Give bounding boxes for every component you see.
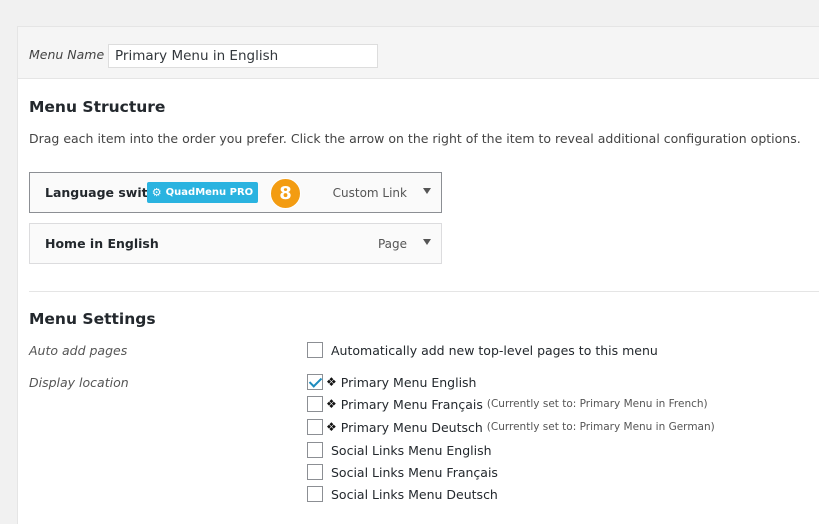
- quadmenu-pro-badge[interactable]: ⚙ QuadMenu PRO: [147, 182, 258, 203]
- caret-down-icon[interactable]: [423, 188, 431, 194]
- location-checkbox[interactable]: [307, 396, 323, 412]
- location-social-links-francais[interactable]: Social Links Menu Français: [307, 464, 498, 480]
- auto-add-pages-label: Auto add pages: [29, 343, 128, 358]
- multilingual-icon: ❖: [326, 397, 337, 411]
- menu-structure-title: Menu Structure: [29, 98, 166, 116]
- multilingual-icon: ❖: [326, 375, 337, 389]
- location-primary-menu-english[interactable]: ❖ Primary Menu English: [307, 374, 476, 390]
- menu-item-title: Home in English: [45, 236, 159, 251]
- menu-item-type: Page: [377, 237, 407, 251]
- section-divider: [29, 291, 819, 292]
- location-checkbox[interactable]: [307, 486, 323, 502]
- quadmenu-badge-label: QuadMenu PRO: [165, 187, 254, 198]
- location-checkbox[interactable]: [307, 374, 323, 390]
- location-social-links-english[interactable]: Social Links Menu English: [307, 442, 492, 458]
- auto-add-option-label: Automatically add new top-level pages to…: [331, 342, 658, 358]
- menu-name-label: Menu Name: [29, 47, 105, 62]
- auto-add-checkbox[interactable]: [307, 342, 323, 358]
- gear-icon: ⚙: [151, 186, 162, 199]
- menu-structure-description: Drag each item into the order you prefer…: [29, 131, 801, 146]
- menu-settings-title: Menu Settings: [29, 310, 156, 328]
- menu-item-home-in-english[interactable]: Home in English Page: [29, 223, 442, 264]
- location-checkbox[interactable]: [307, 442, 323, 458]
- auto-add-option[interactable]: Automatically add new top-level pages to…: [307, 342, 658, 358]
- menu-edit-panel: Menu Name Menu Structure Drag each item …: [17, 26, 819, 524]
- menu-item-type: Custom Link: [332, 186, 407, 200]
- location-label: Primary Menu English: [340, 374, 477, 390]
- location-label: Primary Menu Français: [340, 396, 483, 412]
- menu-header: Menu Name: [18, 27, 819, 79]
- location-label: Social Links Menu English: [331, 442, 492, 458]
- location-note: (Currently set to: Primary Menu in Frenc…: [486, 398, 708, 410]
- top-bar: [0, 0, 819, 5]
- location-primary-menu-deutsch[interactable]: ❖ Primary Menu Deutsch (Currently set to…: [307, 419, 715, 435]
- location-social-links-deutsch[interactable]: Social Links Menu Deutsch: [307, 486, 498, 502]
- location-checkbox[interactable]: [307, 464, 323, 480]
- location-label: Social Links Menu Deutsch: [331, 486, 498, 502]
- display-location-label: Display location: [29, 375, 129, 390]
- menu-name-input[interactable]: [108, 44, 378, 68]
- location-label: Social Links Menu Français: [331, 464, 498, 480]
- location-checkbox[interactable]: [307, 419, 323, 435]
- location-note: (Currently set to: Primary Menu in Germa…: [486, 421, 715, 433]
- menu-item-language-switch[interactable]: Language switch ⚙ QuadMenu PRO 8 Custom …: [29, 172, 442, 213]
- step-number-badge: 8: [270, 178, 301, 209]
- caret-down-icon[interactable]: [423, 239, 431, 245]
- location-label: Primary Menu Deutsch: [340, 419, 483, 435]
- multilingual-icon: ❖: [326, 420, 337, 434]
- location-primary-menu-francais[interactable]: ❖ Primary Menu Français (Currently set t…: [307, 396, 708, 412]
